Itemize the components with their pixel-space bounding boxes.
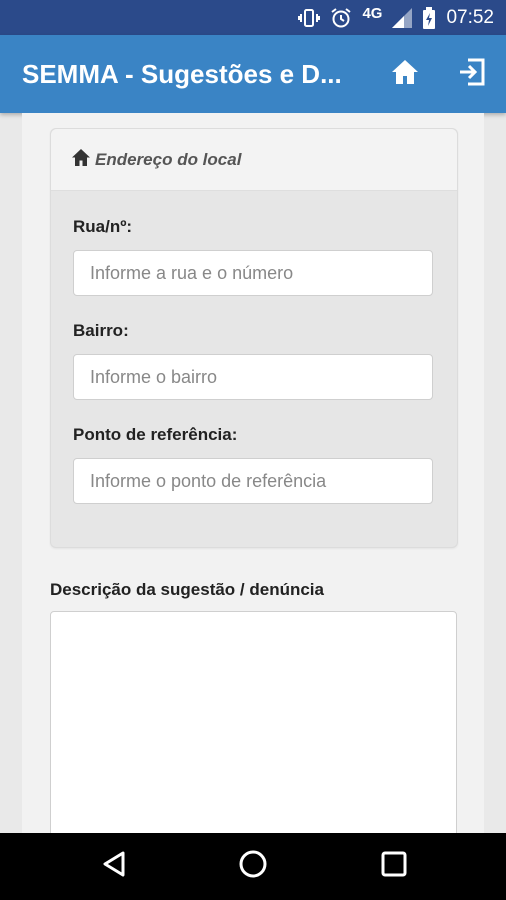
home-icon (71, 148, 91, 172)
description-label: Descrição da sugestão / denúncia (50, 580, 324, 599)
logout-button[interactable] (452, 54, 492, 94)
home-icon (391, 59, 419, 90)
recents-button[interactable] (364, 833, 424, 900)
neighborhood-label: Bairro: (73, 321, 129, 340)
address-panel: Endereço do local Rua/nº: Bairro: Ponto … (50, 128, 458, 548)
address-panel-title: Endereço do local (95, 149, 242, 169)
reference-input[interactable] (73, 458, 433, 504)
logout-icon (458, 58, 486, 91)
clock: 07:52 (446, 6, 494, 28)
home-button[interactable] (385, 54, 425, 94)
address-panel-header: Endereço do local (51, 129, 457, 191)
recents-icon (381, 851, 407, 882)
form-content: Endereço do local Rua/nº: Bairro: Ponto … (22, 113, 484, 833)
app-title: SEMMA - Sugestões e D... (22, 59, 342, 89)
network-type: 4G (362, 5, 383, 22)
battery-icon (422, 6, 436, 29)
signal-icon (392, 7, 413, 28)
back-button[interactable] (84, 833, 144, 900)
street-label: Rua/nº: (73, 217, 133, 236)
alarm-icon (330, 7, 352, 29)
navigation-bar (0, 833, 506, 900)
neighborhood-input[interactable] (73, 354, 433, 400)
back-icon (101, 850, 127, 883)
app-bar: SEMMA - Sugestões e D... (0, 35, 506, 113)
status-icons: 4G 07:52 (298, 0, 494, 35)
vibrate-icon (298, 8, 321, 28)
reference-label: Ponto de referência: (73, 425, 238, 444)
home-nav-button[interactable] (223, 833, 283, 900)
street-input[interactable] (73, 250, 433, 296)
status-bar: 4G 07:52 (0, 0, 506, 35)
description-textarea[interactable] (50, 611, 457, 833)
home-circle-icon (238, 849, 268, 884)
